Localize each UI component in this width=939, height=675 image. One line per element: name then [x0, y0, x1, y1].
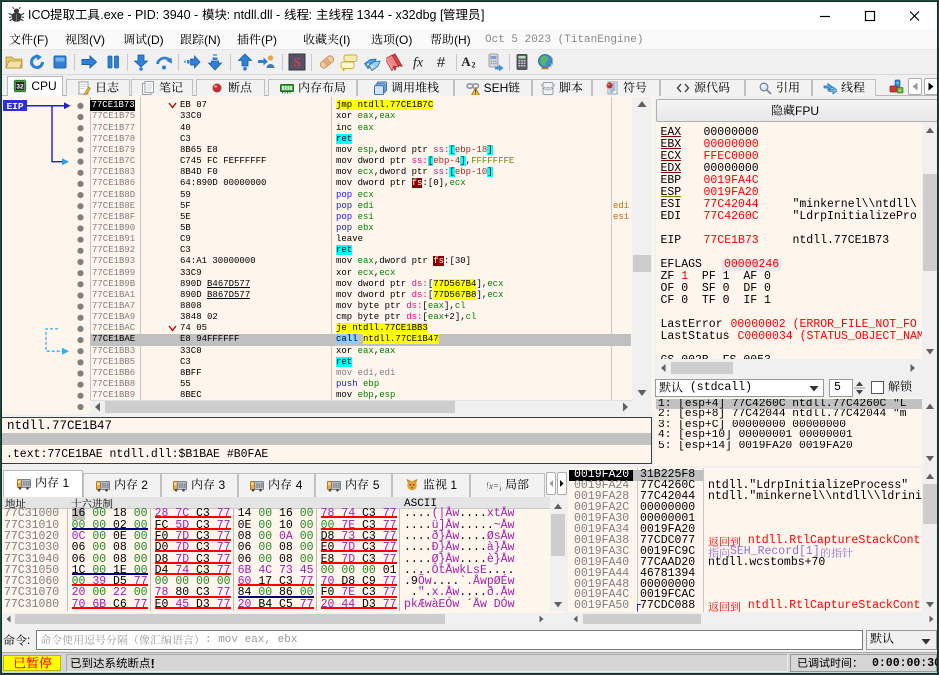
svg-text:[x=]: [x=] [487, 481, 501, 491]
svg-text:32: 32 [17, 83, 25, 90]
svg-text:A: A [461, 54, 471, 69]
svg-text:<o>: <o> [543, 86, 554, 92]
svg-text:EIP: EIP [6, 101, 23, 112]
svg-text:fx: fx [413, 56, 424, 71]
svg-text:!: ! [474, 90, 476, 95]
svg-text:S: S [293, 55, 300, 70]
svg-text:2: 2 [472, 61, 476, 70]
svg-text:#: # [437, 54, 446, 71]
